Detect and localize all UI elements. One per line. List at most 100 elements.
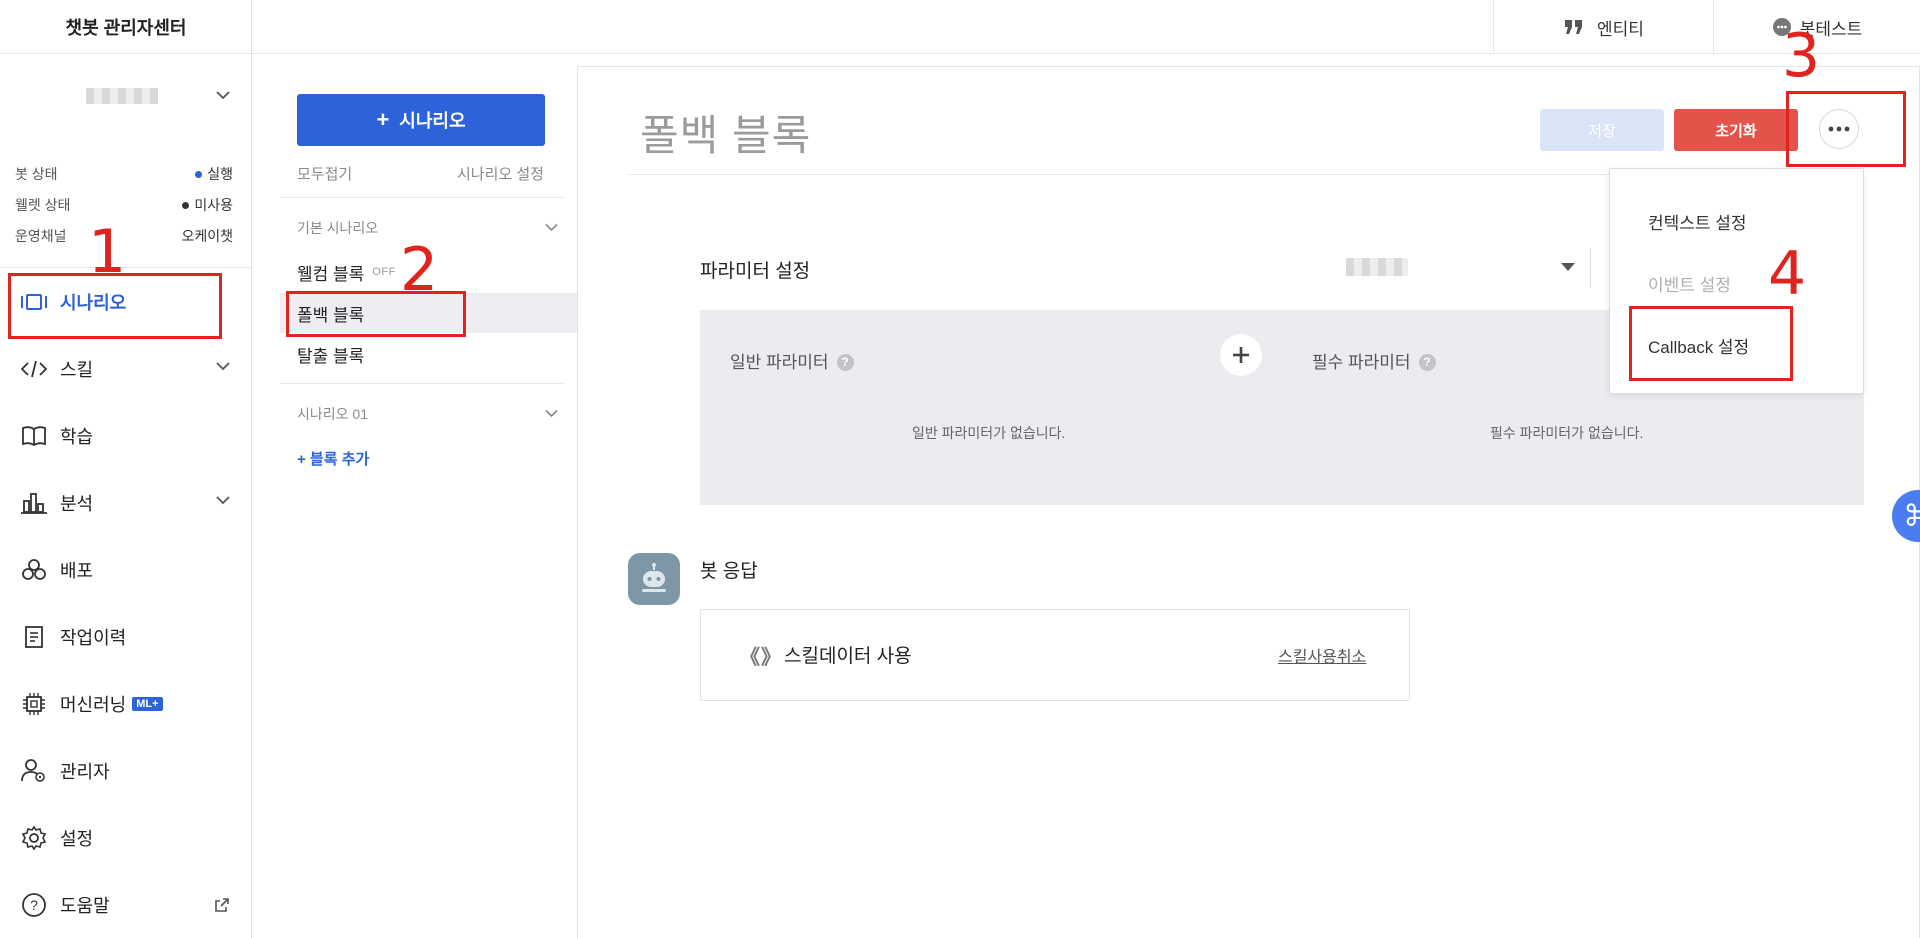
skill-brace-icon: 《》: [740, 647, 782, 669]
plus-icon: +: [376, 107, 390, 132]
parameter-settings-label: 파라미터 설정: [700, 261, 811, 282]
bot-status-label: 봇 상태: [15, 166, 58, 182]
parameter-dropdown[interactable]: [1340, 250, 1580, 284]
bot-status-value: 실행: [207, 166, 233, 182]
annotation-number-4: 4: [1768, 239, 1807, 309]
chevron-down-icon: [216, 496, 230, 505]
app-title: 챗봇 관리자센터: [0, 0, 252, 54]
book-icon: [20, 422, 48, 450]
code-icon: [20, 355, 48, 383]
collapse-all-link[interactable]: 모두접기: [297, 163, 352, 184]
help-icon[interactable]: ?: [1418, 354, 1436, 372]
gear-icon: [20, 824, 48, 852]
reset-button[interactable]: 초기화: [1674, 109, 1798, 151]
external-link-icon: [215, 898, 229, 912]
nav-learning[interactable]: 학습: [0, 409, 252, 463]
parameter-value-blurred: [1346, 258, 1408, 276]
deploy-icon: [20, 556, 48, 584]
block-item-exit[interactable]: 탈출 블록: [280, 334, 577, 374]
add-parameter-button[interactable]: [1220, 334, 1262, 376]
annotation-box-4: [1629, 306, 1793, 381]
group-title-scenario-01: 시나리오 01: [297, 406, 368, 422]
nav-analysis[interactable]: 분석: [0, 476, 252, 530]
wallet-status-row: 웰렛 상태 미사용: [15, 195, 233, 217]
divider: [280, 197, 565, 198]
channel-label: 운영채널: [15, 228, 67, 244]
chevron-down-icon: [216, 91, 230, 100]
admin-user-icon: [20, 757, 48, 785]
required-param-title: 필수 파라미터?: [1312, 348, 1436, 373]
divider: [280, 383, 565, 384]
bot-name-blurred: [86, 88, 158, 104]
general-param-empty: 일반 파라미터가 없습니다.: [912, 425, 1066, 441]
annotation-number-1: 1: [88, 217, 127, 287]
wallet-status-label: 웰렛 상태: [15, 197, 71, 213]
robot-icon: [642, 563, 666, 592]
nav-label: 도움말: [60, 896, 110, 916]
required-param-label: 필수 파라미터: [1312, 353, 1411, 372]
block-label: 탈출 블록: [297, 346, 365, 366]
nav-label: 스킬: [60, 360, 94, 380]
nav-settings[interactable]: 설정: [0, 811, 252, 865]
save-button[interactable]: 저장: [1540, 109, 1664, 151]
divider: [1590, 248, 1591, 288]
wallet-status-value: 미사용: [194, 197, 233, 213]
help-icon[interactable]: ?: [836, 354, 854, 372]
tab-label: 엔티티: [1597, 19, 1644, 39]
nav-label: 분석: [60, 494, 94, 514]
nav-machine-learning[interactable]: 머신러닝 ML+: [0, 677, 252, 731]
nav-help[interactable]: ? 도움말: [0, 878, 252, 932]
cancel-skill-link[interactable]: 스킬사용취소: [1278, 643, 1366, 667]
skill-data-text: 스킬데이터 사용: [784, 646, 912, 667]
quote-icon: [1565, 20, 1583, 34]
group-title-default: 기본 시나리오: [297, 220, 379, 236]
bot-status-row: 봇 상태 실행: [15, 164, 233, 186]
bot-avatar: [628, 553, 680, 605]
bot-reply-label: 봇 응답: [700, 561, 758, 582]
annotation-box-2: [286, 291, 466, 337]
general-param-title: 일반 파라미터?: [730, 348, 854, 373]
caret-down-icon: [1561, 263, 1575, 271]
nav-label: 머신러닝: [60, 695, 127, 715]
menu-item-event-settings[interactable]: 이벤트 설정: [1648, 271, 1731, 296]
chevron-down-icon[interactable]: [545, 223, 558, 232]
block-title[interactable]: 폴백 블록: [640, 102, 811, 163]
channel-value: 오케이챗: [181, 228, 233, 244]
ml-plus-badge: ML+: [132, 697, 163, 711]
help-icon: ?: [20, 891, 48, 919]
general-param-label: 일반 파라미터: [730, 353, 829, 372]
bar-chart-icon: [20, 489, 48, 517]
history-icon: [20, 623, 48, 651]
svg-text:?: ?: [30, 897, 38, 913]
nav-label: 작업이력: [60, 628, 127, 648]
tab-entity[interactable]: 엔티티: [1493, 0, 1713, 54]
chevron-down-icon[interactable]: [545, 409, 558, 418]
bot-selector[interactable]: [0, 70, 252, 120]
status-dot: [195, 170, 203, 178]
nav-skill[interactable]: 스킬: [0, 342, 252, 396]
chevron-down-icon: [216, 362, 230, 371]
command-icon: ⌘: [1903, 499, 1920, 533]
menu-item-context-settings[interactable]: 컨텍스트 설정: [1648, 209, 1747, 234]
top-bar: 엔티티 봇테스트: [252, 0, 1920, 54]
status-dot: [182, 201, 190, 209]
nav-label: 배포: [60, 561, 94, 581]
nav-history[interactable]: 작업이력: [0, 610, 252, 664]
add-scenario-label: 시나리오: [399, 111, 466, 131]
required-param-empty: 필수 파라미터가 없습니다.: [1490, 425, 1644, 441]
scenario-settings-link[interactable]: 시나리오 설정: [457, 163, 544, 184]
annotation-number-2: 2: [400, 235, 439, 305]
nav-label: 관리자: [60, 762, 110, 782]
nav-deploy[interactable]: 배포: [0, 543, 252, 597]
add-scenario-button[interactable]: + 시나리오: [297, 94, 545, 146]
chip-icon: [20, 690, 48, 718]
add-block-link[interactable]: + 블록 추가: [297, 448, 369, 469]
annotation-box-3: [1786, 91, 1906, 167]
nav-label: 학습: [60, 427, 94, 447]
off-tag: OFF: [372, 266, 396, 278]
annotation-number-3: 3: [1782, 21, 1821, 91]
nav-admin[interactable]: 관리자: [0, 744, 252, 798]
plus-icon: [1233, 347, 1249, 363]
nav-label: 설정: [60, 829, 94, 849]
block-label: 웰컴 블록: [297, 264, 365, 284]
